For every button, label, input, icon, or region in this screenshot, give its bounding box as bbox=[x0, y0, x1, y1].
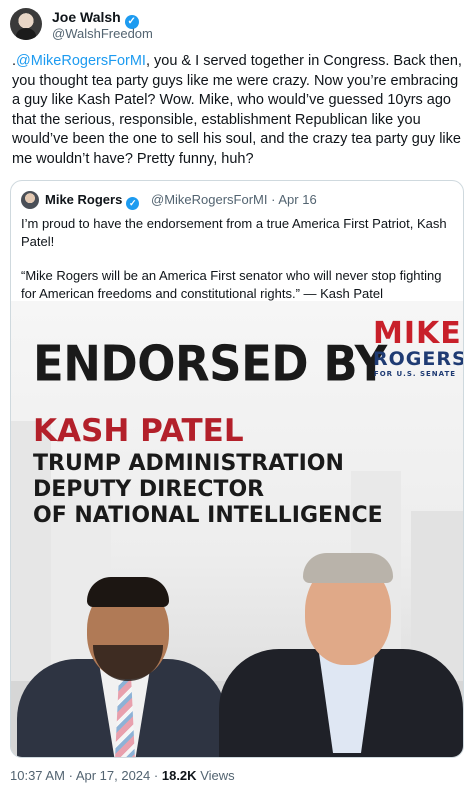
tweet-text-body: , you & I served together in Congress. B… bbox=[12, 53, 462, 167]
verified-badge-icon: ✓ bbox=[126, 197, 140, 210]
tweet-header: Joe Walsh ✓ @WalshFreedom bbox=[10, 8, 464, 44]
quoted-author-meta: @MikeRogersForMI · Apr 16 bbox=[151, 192, 317, 207]
quoted-paragraph-2: “Mike Rogers will be an America First se… bbox=[21, 268, 442, 301]
footer-separator: · bbox=[68, 768, 73, 783]
author-avatar[interactable] bbox=[10, 8, 42, 40]
endorser-title-line-3: OF NATIONAL INTELLIGENCE bbox=[33, 503, 383, 528]
tweet-text: .@MikeRogersForMI, you & I served togeth… bbox=[12, 52, 464, 169]
logo-first-name: MIKE bbox=[373, 316, 462, 351]
endorser-title-line-2: DEPUTY DIRECTOR bbox=[33, 477, 265, 502]
campaign-logo: MIKE ROGERS FOR U.S. SENATE bbox=[373, 316, 463, 379]
logo-last-name: ROGERS bbox=[373, 348, 463, 370]
candidate-hair bbox=[303, 553, 393, 583]
endorser-hair bbox=[87, 577, 169, 607]
tweet-time[interactable]: 10:37 AM bbox=[10, 768, 65, 783]
quoted-author-handle[interactable]: @MikeRogersForMI bbox=[151, 192, 268, 207]
endorser-title-line-1: TRUMP ADMINISTRATION bbox=[33, 451, 344, 476]
tweet-date[interactable]: Apr 17, 2024 bbox=[76, 768, 150, 783]
endorser-name: KASH PATEL bbox=[33, 413, 244, 449]
quoted-tweet[interactable]: Mike Rogers ✓ @MikeRogersForMI · Apr 16 I… bbox=[10, 180, 464, 758]
mention-link[interactable]: @MikeRogersForMI bbox=[16, 53, 146, 69]
quoted-author-avatar[interactable] bbox=[21, 191, 39, 209]
quoted-author-name[interactable]: Mike Rogers ✓ bbox=[45, 192, 140, 210]
quoted-author-name-text[interactable]: Mike Rogers bbox=[45, 192, 122, 207]
tweet-footer: 10:37 AM · Apr 17, 2024 · 18.2K Views bbox=[10, 768, 235, 783]
endorsement-image[interactable]: ENDORSED BY MIKE ROGERS FOR U.S. SENATE … bbox=[11, 301, 463, 757]
author-name-text[interactable]: Joe Walsh bbox=[52, 9, 121, 25]
candidate-photo bbox=[219, 531, 463, 757]
views-label: Views bbox=[200, 768, 235, 783]
meta-separator: · bbox=[271, 192, 276, 207]
endorsed-by-headline: ENDORSED BY bbox=[33, 335, 387, 393]
views-count[interactable]: 18.2K bbox=[162, 768, 197, 783]
quoted-tweet-date[interactable]: Apr 16 bbox=[278, 192, 316, 207]
endorser-photo bbox=[11, 541, 241, 757]
quoted-paragraph-1: I’m proud to have the endorsement from a… bbox=[21, 216, 447, 249]
footer-separator: · bbox=[153, 768, 159, 783]
author-handle[interactable]: @WalshFreedom bbox=[52, 26, 153, 41]
logo-subtitle: FOR U.S. SENATE bbox=[373, 370, 457, 378]
